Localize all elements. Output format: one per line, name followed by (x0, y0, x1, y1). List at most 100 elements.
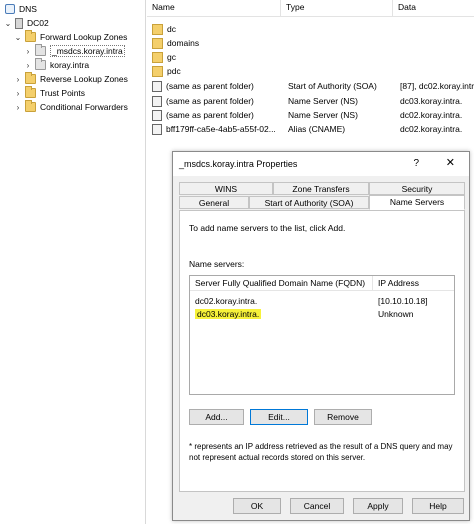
tree-label-forward-zones: Forward Lookup Zones (40, 32, 128, 42)
zone-icon (35, 44, 46, 56)
expand-icon[interactable]: ⌄ (4, 19, 12, 28)
column-header-fqdn[interactable]: Server Fully Qualified Domain Name (FQDN… (190, 276, 373, 290)
record-name: (same as parent folder) (166, 110, 254, 120)
tree-node-dns[interactable]: DNS (2, 2, 37, 16)
list-header: Name Type Data (147, 0, 474, 17)
record-data: dc02.koray.intra. (400, 124, 463, 134)
folder-icon (25, 30, 36, 42)
dialog-titlebar[interactable]: _msdcs.koray.intra Properties ? ✕ (173, 152, 469, 176)
list-item[interactable]: pdc (148, 64, 474, 78)
column-header-name[interactable]: Name (147, 0, 281, 17)
zone-properties-dialog: _msdcs.koray.intra Properties ? ✕ WINS Z… (172, 151, 470, 521)
record-data: dc02.koray.intra. (400, 110, 463, 120)
dns-manager-window: DNS ⌄ DC02 ⌄ Forward Lookup Zones › _msd… (0, 0, 474, 524)
footnote-text: * represents an IP address retrieved as … (189, 442, 453, 462)
column-header-type[interactable]: Type (281, 0, 393, 17)
tree-node-conditional-forwarders[interactable]: › Conditional Forwarders (14, 100, 128, 114)
help-icon[interactable]: ? (413, 158, 419, 169)
close-icon[interactable]: ✕ (446, 156, 455, 169)
tree-node-koray[interactable]: › koray.intra (24, 58, 89, 72)
tab-general[interactable]: General (179, 196, 249, 209)
tree-node-trust-points[interactable]: › Trust Points (14, 86, 85, 100)
expand-icon[interactable]: › (24, 61, 32, 70)
record-name: (same as parent folder) (166, 81, 254, 91)
record-name: (same as parent folder) (166, 96, 254, 106)
expand-icon[interactable]: › (14, 75, 22, 84)
tree-label-msdcs: _msdcs.koray.intra (50, 45, 125, 57)
list-item[interactable]: domains (148, 36, 474, 50)
list-item[interactable]: (same as parent folder) Name Server (NS)… (148, 108, 474, 122)
folder-icon (152, 37, 163, 49)
ns-fqdn: dc02.koray.intra. (195, 296, 258, 306)
record-icon (152, 109, 162, 121)
expand-icon[interactable]: ⌄ (14, 33, 22, 42)
name-servers-label: Name servers: (189, 259, 245, 269)
ns-ip: [10.10.10.18] (378, 296, 428, 306)
tree-node-dc02[interactable]: ⌄ DC02 (4, 16, 49, 30)
folder-icon (152, 23, 163, 35)
record-type: Name Server (NS) (288, 96, 358, 106)
record-icon (152, 95, 162, 107)
list-header: Server Fully Qualified Domain Name (FQDN… (190, 276, 454, 291)
record-name: bff179ff-ca5e-4ab5-a55f-02... (166, 124, 276, 134)
record-name: dc (167, 24, 176, 34)
help-button[interactable]: Help (412, 498, 464, 514)
apply-button[interactable]: Apply (353, 498, 403, 514)
table-row[interactable]: dc03.koray.intra. Unknown (190, 308, 454, 321)
tab-security[interactable]: Security (369, 182, 465, 195)
record-type: Alias (CNAME) (288, 124, 346, 134)
tab-name-servers[interactable]: Name Servers (369, 195, 465, 210)
tab-zone-transfers[interactable]: Zone Transfers (273, 182, 369, 195)
expand-icon[interactable]: › (14, 89, 22, 98)
name-servers-panel: To add name servers to the list, click A… (179, 210, 465, 492)
folder-icon (25, 72, 36, 84)
ns-fqdn: dc03.koray.intra. (195, 309, 262, 319)
tree-label-dc02: DC02 (27, 18, 49, 28)
tree-node-reverse-zones[interactable]: › Reverse Lookup Zones (14, 72, 128, 86)
zone-icon (35, 58, 46, 70)
folder-icon (25, 86, 36, 98)
list-item[interactable]: (same as parent folder) Start of Authori… (148, 79, 474, 93)
tree-node-forward-zones[interactable]: ⌄ Forward Lookup Zones (14, 30, 127, 44)
server-icon (15, 17, 23, 29)
tree-label-koray: koray.intra (50, 60, 90, 70)
tree-node-msdcs[interactable]: › _msdcs.koray.intra (24, 44, 125, 58)
cancel-button[interactable]: Cancel (290, 498, 344, 514)
dialog-title: _msdcs.koray.intra Properties (179, 159, 298, 169)
record-data: [87], dc02.koray.intr (400, 81, 474, 91)
remove-button[interactable]: Remove (314, 409, 372, 425)
expand-icon[interactable]: › (14, 103, 22, 112)
tree-label-dns: DNS (19, 4, 37, 14)
column-header-ip[interactable]: IP Address (373, 276, 454, 290)
expand-icon[interactable]: › (24, 47, 32, 56)
tab-soa[interactable]: Start of Authority (SOA) (249, 196, 369, 209)
name-servers-list[interactable]: Server Fully Qualified Domain Name (FQDN… (189, 275, 455, 395)
record-icon (152, 123, 162, 135)
record-name: pdc (167, 66, 181, 76)
tab-wins[interactable]: WINS (179, 182, 273, 195)
list-item[interactable]: (same as parent folder) Name Server (NS)… (148, 94, 474, 108)
intro-text: To add name servers to the list, click A… (189, 223, 346, 233)
table-row[interactable]: dc02.koray.intra. [10.10.10.18] (190, 295, 454, 308)
list-item[interactable]: dc (148, 22, 474, 36)
record-type: Name Server (NS) (288, 110, 358, 120)
folder-icon (25, 100, 36, 112)
tree-label-trust-points: Trust Points (40, 88, 86, 98)
ok-button[interactable]: OK (233, 498, 281, 514)
list-item[interactable]: bff179ff-ca5e-4ab5-a55f-02... Alias (CNA… (148, 122, 474, 136)
add-button[interactable]: Add... (189, 409, 244, 425)
edit-button[interactable]: Edit... (250, 409, 308, 425)
tree-label-conditional: Conditional Forwarders (40, 102, 128, 112)
tree-label-reverse-zones: Reverse Lookup Zones (40, 74, 128, 84)
list-item[interactable]: gc (148, 50, 474, 64)
dns-icon (5, 4, 15, 14)
folder-icon (152, 65, 163, 77)
record-data: dc03.koray.intra. (400, 96, 463, 106)
record-name: gc (167, 52, 176, 62)
column-header-data[interactable]: Data (393, 0, 474, 17)
ns-ip: Unknown (378, 309, 414, 319)
record-name: domains (167, 38, 200, 48)
record-icon (152, 80, 162, 92)
folder-icon (152, 51, 163, 63)
record-type: Start of Authority (SOA) (288, 81, 377, 91)
